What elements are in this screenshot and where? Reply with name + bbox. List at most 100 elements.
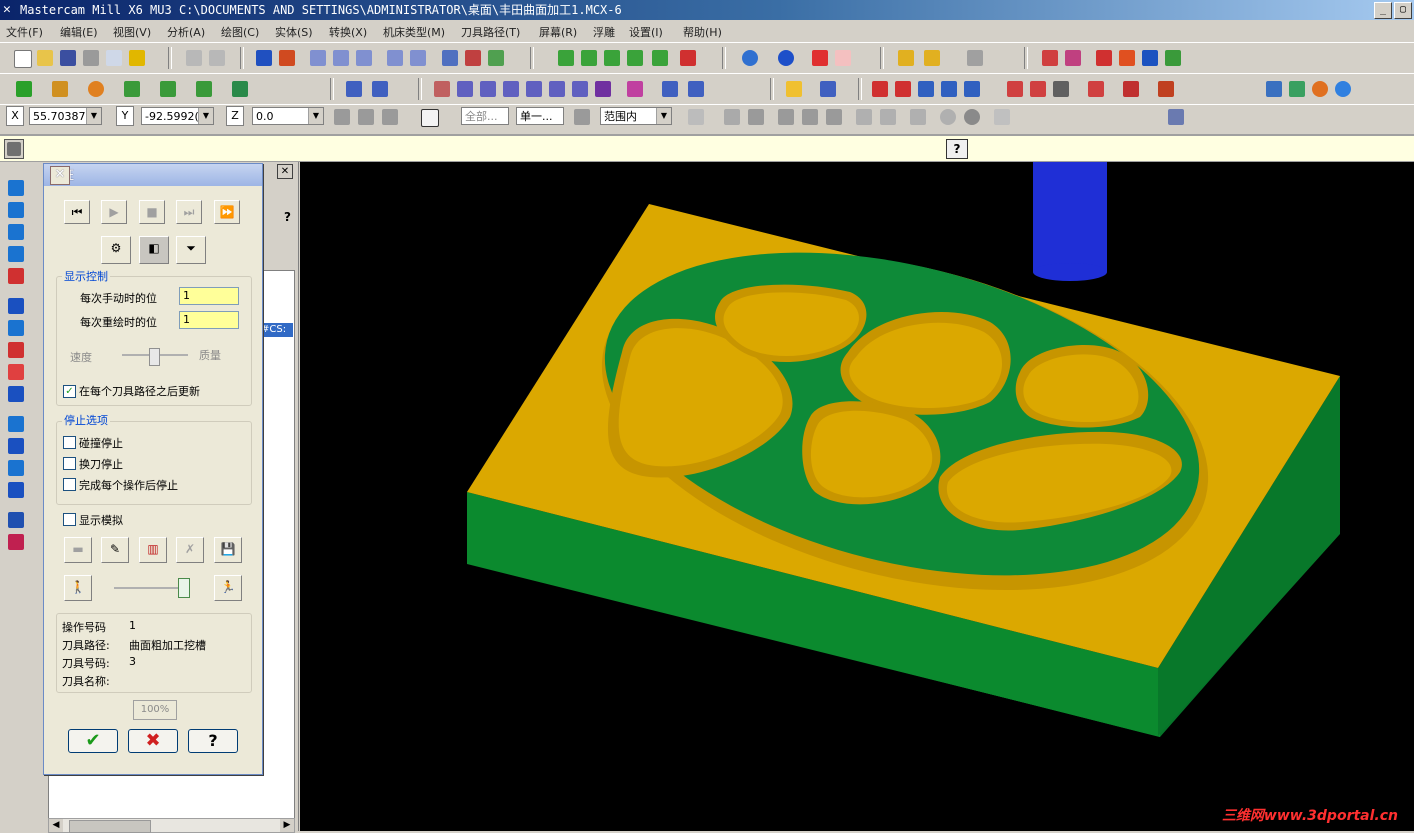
pointer-mode-button[interactable]	[722, 107, 742, 127]
chevron-down-icon[interactable]: ▼	[86, 108, 101, 124]
help-button[interactable]	[1040, 48, 1060, 68]
view-sheet-button[interactable]	[678, 48, 698, 68]
trim-button[interactable]	[344, 79, 364, 99]
left-tool-13[interactable]	[6, 458, 24, 476]
xform-roll-button[interactable]	[593, 79, 613, 99]
menu-solids[interactable]: 实体(S)	[275, 24, 313, 40]
light-button[interactable]	[784, 79, 804, 99]
manager-help-button[interactable]: ?	[284, 210, 298, 226]
filter-button[interactable]: ⏷	[176, 236, 206, 264]
globe-button[interactable]	[740, 48, 760, 68]
repaint-button[interactable]	[277, 48, 297, 68]
menu-screen[interactable]: 屏幕(R)	[539, 24, 577, 40]
fillet-button[interactable]	[122, 79, 142, 99]
stop-collision-checkbox[interactable]	[63, 436, 76, 449]
solid-button[interactable]	[230, 79, 250, 99]
update-after-toolpath-checkbox[interactable]: ✓	[63, 385, 76, 398]
menu-toolpaths[interactable]: 刀具路径(T)	[461, 24, 520, 40]
range-select[interactable]: 范围内 ▼	[600, 107, 672, 125]
xform-offset-button[interactable]	[524, 79, 544, 99]
play-button[interactable]: ▶	[101, 200, 127, 224]
break-button[interactable]	[370, 79, 390, 99]
left-tool-5[interactable]	[6, 266, 24, 284]
stock-button[interactable]	[1121, 79, 1141, 99]
snap-button[interactable]	[380, 107, 400, 127]
view-iso-button[interactable]	[556, 48, 576, 68]
ribbon-button[interactable]	[4, 139, 24, 159]
sim-chart-button[interactable]: ▥	[139, 537, 167, 563]
menu-settings[interactable]: 设置(I)	[629, 24, 663, 40]
select-solid-button[interactable]	[463, 48, 483, 68]
cube-view2-button[interactable]	[1287, 79, 1307, 99]
rewind-button[interactable]: ⏮	[64, 200, 90, 224]
simulate-button[interactable]	[1051, 79, 1071, 99]
left-tool-8[interactable]	[6, 340, 24, 358]
toolpath-pocket-button[interactable]	[893, 79, 913, 99]
exclaim-button[interactable]	[356, 107, 376, 127]
toolpath-contour-button[interactable]	[870, 79, 890, 99]
analyze-dropdown-button[interactable]	[922, 48, 942, 68]
verify-backplot-button[interactable]	[1005, 79, 1025, 99]
left-tool-2[interactable]	[6, 200, 24, 218]
print-button[interactable]	[81, 48, 101, 68]
xform-rotate-button[interactable]	[478, 79, 498, 99]
manual-step-input[interactable]: 1	[179, 287, 239, 305]
undo-button[interactable]	[184, 48, 204, 68]
sim-speed-slider-thumb[interactable]	[178, 578, 190, 598]
config-button[interactable]: ⚙	[101, 236, 131, 264]
help-question-button[interactable]	[419, 107, 439, 127]
scroll-left-icon[interactable]: ◀	[49, 819, 63, 832]
view-front-button[interactable]	[602, 48, 622, 68]
plug-button[interactable]	[1163, 48, 1183, 68]
left-tool-10[interactable]	[6, 384, 24, 402]
sim-stock-button[interactable]: ▬	[64, 537, 92, 563]
cube-select-button[interactable]	[854, 107, 874, 127]
xform-scale-button[interactable]	[501, 79, 521, 99]
cursor-mode-button[interactable]	[572, 107, 592, 127]
verify-dialog-titlebar[interactable]: 验证 ✕	[44, 164, 262, 186]
blue-disk-button[interactable]	[1333, 79, 1353, 99]
xform-translate-button[interactable]	[432, 79, 452, 99]
toolpath-drill-button[interactable]	[916, 79, 936, 99]
stop-button[interactable]: ■	[139, 200, 165, 224]
edge-select-button[interactable]	[800, 107, 820, 127]
cube-view-button[interactable]	[1264, 79, 1284, 99]
dialog-close-button[interactable]: ✕	[50, 166, 70, 185]
fast-forward-button[interactable]: ⏩	[214, 200, 240, 224]
manager-close-button[interactable]: ✕	[277, 164, 293, 179]
menu-create[interactable]: 绘图(C)	[221, 24, 259, 40]
help-question2-button[interactable]	[992, 107, 1012, 127]
fit-button[interactable]	[308, 48, 328, 68]
menu-xform[interactable]: 转换(X)	[329, 24, 367, 40]
sigma-button[interactable]	[1140, 48, 1160, 68]
line-button[interactable]	[50, 79, 70, 99]
chamfer-button[interactable]	[158, 79, 178, 99]
chevron-down-icon[interactable]: ▼	[308, 108, 323, 124]
post-button[interactable]	[1086, 79, 1106, 99]
menu-view[interactable]: 视图(V)	[113, 24, 151, 40]
left-tool-7[interactable]	[6, 318, 24, 336]
menu-help[interactable]: 帮助(H)	[683, 24, 722, 40]
tree-selected-item[interactable]: #CS:	[261, 323, 293, 337]
chevron-down-icon[interactable]: ▼	[198, 108, 213, 124]
sim-save-button[interactable]: 💾	[214, 537, 242, 563]
view-top-button[interactable]	[579, 48, 599, 68]
cancel-button[interactable]: ✖	[128, 729, 178, 753]
transform-button[interactable]	[1094, 48, 1114, 68]
ok-button[interactable]: ✔	[68, 729, 118, 753]
zoom-out-button[interactable]	[408, 48, 428, 68]
left-tool-6[interactable]	[6, 296, 24, 314]
view-right-button[interactable]	[625, 48, 645, 68]
select-box-button[interactable]	[686, 107, 706, 127]
select-chain-button[interactable]	[440, 48, 460, 68]
zoom-target-button[interactable]	[354, 48, 374, 68]
orange-disk-button[interactable]	[1310, 79, 1330, 99]
select-surface-button[interactable]	[486, 48, 506, 68]
graphics-viewport[interactable]: 三维网www.3dportal.cn	[300, 162, 1414, 831]
slow-speed-button[interactable]: 🚶	[64, 575, 92, 601]
left-tool-12[interactable]	[6, 436, 24, 454]
verify-button[interactable]	[1028, 79, 1048, 99]
help-button-dialog[interactable]: ?	[188, 729, 238, 753]
mask-button[interactable]	[1166, 107, 1186, 127]
toolpath-surface-button[interactable]	[962, 79, 982, 99]
